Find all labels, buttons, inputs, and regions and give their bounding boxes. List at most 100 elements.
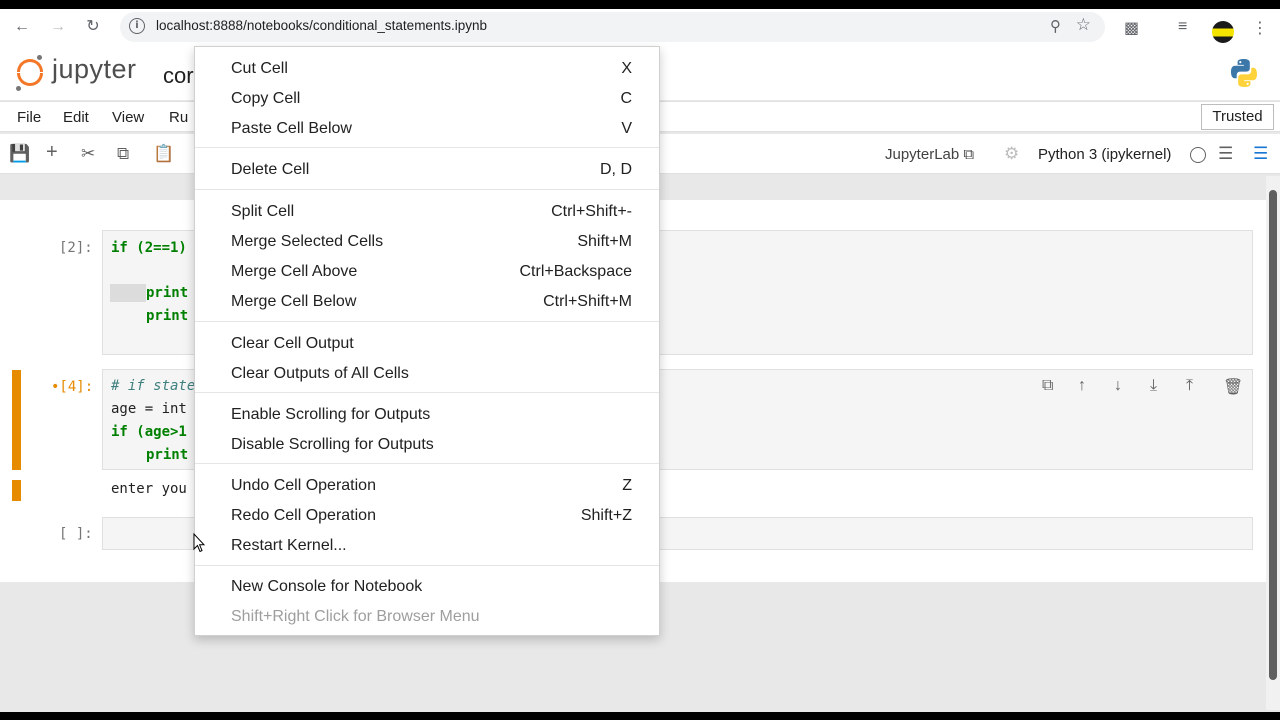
back-icon[interactable]: ← bbox=[13, 18, 31, 36]
menu-item-browser-menu-hint: Shift+Right Click for Browser Menu bbox=[231, 604, 632, 628]
insert-below-icon[interactable]: ⤒ bbox=[1186, 377, 1193, 395]
menu-file[interactable]: File bbox=[17, 109, 41, 126]
menu-item-redo-cell-operation[interactable]: Redo Cell Operation Shift+Z bbox=[231, 503, 632, 527]
menu-separator bbox=[195, 392, 659, 393]
paste-icon[interactable]: 📋 bbox=[153, 144, 174, 164]
menu-item-label: Merge Selected Cells bbox=[231, 233, 384, 250]
menu-item-cut-cell[interactable]: Cut Cell X bbox=[231, 56, 632, 80]
menu-item-paste-cell-below[interactable]: Paste Cell Below V bbox=[231, 116, 632, 140]
browser-menu-icon[interactable]: ⋮ bbox=[1252, 18, 1268, 38]
selected-cell-indicator bbox=[12, 370, 21, 470]
menu-item-split-cell[interactable]: Split Cell Ctrl+Shift+- bbox=[231, 199, 632, 223]
add-cell-icon[interactable]: + bbox=[46, 141, 58, 164]
address-bar[interactable]: i localhost:8888/notebooks/conditional_s… bbox=[120, 12, 1105, 42]
property-inspector-icon[interactable]: ☰ bbox=[1253, 144, 1268, 164]
cell-output: enter you bbox=[111, 481, 187, 497]
scrollbar-thumb[interactable] bbox=[1269, 190, 1277, 680]
menu-item-label: Shift+Right Click for Browser Menu bbox=[231, 608, 480, 625]
menu-item-merge-selected-cells[interactable]: Merge Selected Cells Shift+M bbox=[231, 229, 632, 253]
cell-prompt: [ ]: bbox=[59, 526, 93, 542]
copy-icon[interactable]: ⧉ bbox=[117, 144, 129, 164]
menu-item-label: Merge Cell Below bbox=[231, 293, 357, 310]
menu-item-label: Undo Cell Operation bbox=[231, 477, 376, 494]
menu-item-shortcut: Shift+M bbox=[577, 233, 632, 250]
code-line: # if state bbox=[111, 378, 196, 394]
menu-edit[interactable]: Edit bbox=[63, 109, 89, 126]
insert-above-icon[interactable]: ⤓ bbox=[1150, 377, 1157, 395]
url-text[interactable]: localhost:8888/notebooks/conditional_sta… bbox=[156, 18, 487, 33]
menu-item-shortcut: Shift+Z bbox=[580, 507, 632, 524]
move-down-icon[interactable]: ↓ bbox=[1114, 377, 1122, 395]
menu-item-enable-scrolling[interactable]: Enable Scrolling for Outputs bbox=[231, 402, 632, 426]
page-scrollbar[interactable] bbox=[1266, 176, 1280, 710]
code-line: if (age>1 bbox=[111, 424, 187, 440]
move-up-icon[interactable]: ↑ bbox=[1078, 377, 1086, 395]
menu-item-clear-all-outputs[interactable]: Clear Outputs of All Cells bbox=[231, 361, 632, 385]
duplicate-cell-icon[interactable]: ⧉ bbox=[1042, 377, 1053, 395]
menu-item-restart-kernel[interactable]: Restart Kernel... bbox=[231, 533, 632, 557]
menu-item-shortcut: Ctrl+Shift+M bbox=[543, 293, 632, 310]
menu-item-merge-cell-below[interactable]: Merge Cell Below Ctrl+Shift+M bbox=[231, 289, 632, 313]
menu-item-merge-cell-above[interactable]: Merge Cell Above Ctrl+Backspace bbox=[231, 259, 632, 283]
menu-item-disable-scrolling[interactable]: Disable Scrolling for Outputs bbox=[231, 432, 632, 456]
delete-cell-icon[interactable]: 🗑 bbox=[1223, 377, 1243, 397]
forward-icon[interactable]: → bbox=[49, 18, 67, 36]
menu-item-shortcut: Z bbox=[622, 477, 632, 494]
code-line: age = int bbox=[111, 401, 187, 417]
site-info-icon[interactable]: i bbox=[129, 18, 145, 34]
menu-view[interactable]: View bbox=[112, 109, 144, 126]
settings-gear-icon[interactable]: ⚙ bbox=[1004, 144, 1019, 164]
zoom-icon[interactable]: ⚲ bbox=[1050, 17, 1061, 35]
menu-item-shortcut: Ctrl+Backspace bbox=[519, 263, 633, 280]
mouse-cursor-icon bbox=[193, 533, 205, 553]
trusted-indicator[interactable]: Trusted bbox=[1201, 104, 1274, 130]
jupyterlab-link-label[interactable]: JupyterLab bbox=[885, 146, 959, 163]
media-controls-icon[interactable]: ≡ bbox=[1178, 18, 1187, 36]
menu-item-new-console[interactable]: New Console for Notebook bbox=[231, 574, 632, 598]
menu-separator bbox=[195, 463, 659, 464]
extensions-icon[interactable]: ▩ bbox=[1124, 18, 1139, 38]
code-line: print bbox=[146, 308, 189, 324]
reload-icon[interactable]: ↻ bbox=[84, 18, 102, 36]
notebook-title[interactable]: cor bbox=[163, 63, 194, 89]
jupyter-logo-icon[interactable] bbox=[15, 55, 45, 91]
menu-separator bbox=[195, 147, 659, 148]
jupyterlab-link[interactable]: JupyterLab ⧉ bbox=[885, 146, 974, 163]
menu-item-label: Paste Cell Below bbox=[231, 120, 352, 137]
save-icon[interactable]: 💾 bbox=[9, 144, 30, 164]
code-line: print bbox=[146, 447, 189, 463]
cell-prompt: •[4]: bbox=[51, 379, 94, 395]
menu-item-label: Cut Cell bbox=[231, 60, 288, 77]
cut-icon[interactable]: ✂ bbox=[81, 144, 95, 164]
browser-toolbar: ← → ↻ i localhost:8888/notebooks/conditi… bbox=[0, 9, 1280, 45]
cell-context-menu: Cut Cell X Copy Cell C Paste Cell Below V D… bbox=[194, 46, 660, 636]
menu-item-undo-cell-operation[interactable]: Undo Cell Operation Z bbox=[231, 473, 632, 497]
menu-separator bbox=[195, 565, 659, 566]
menu-item-label: Delete Cell bbox=[231, 161, 310, 178]
menu-item-label: Clear Outputs of All Cells bbox=[231, 365, 409, 382]
menu-item-label: New Console for Notebook bbox=[231, 578, 423, 595]
kernel-name[interactable]: Python 3 (ipykernel) bbox=[1038, 146, 1171, 163]
menu-run[interactable]: Ru bbox=[169, 109, 188, 126]
menu-item-label: Enable Scrolling for Outputs bbox=[231, 406, 431, 423]
menu-separator bbox=[195, 321, 659, 322]
menu-item-shortcut: D, D bbox=[600, 161, 632, 178]
menu-item-delete-cell[interactable]: Delete Cell D, D bbox=[231, 157, 632, 181]
menu-separator bbox=[195, 189, 659, 190]
code-line: if (2==1) bbox=[111, 240, 187, 256]
cell-prompt: [2]: bbox=[59, 240, 93, 256]
kernel-status-icon bbox=[1190, 147, 1206, 163]
bookmark-star-icon[interactable]: ☆ bbox=[1076, 15, 1091, 35]
python-logo-icon bbox=[1231, 59, 1257, 87]
profile-avatar[interactable] bbox=[1212, 21, 1234, 43]
output-indicator bbox=[12, 480, 21, 501]
menu-item-shortcut: V bbox=[621, 120, 632, 137]
menu-item-label: Merge Cell Above bbox=[231, 263, 358, 280]
list-icon[interactable]: ☰ bbox=[1218, 144, 1233, 164]
menu-item-copy-cell[interactable]: Copy Cell C bbox=[231, 86, 632, 110]
menu-item-label: Clear Cell Output bbox=[231, 335, 354, 352]
jupyter-logo-text[interactable]: jupyter bbox=[52, 54, 137, 85]
menu-item-clear-cell-output[interactable]: Clear Cell Output bbox=[231, 331, 632, 355]
menu-item-label: Redo Cell Operation bbox=[231, 507, 376, 524]
external-link-icon: ⧉ bbox=[963, 146, 975, 163]
